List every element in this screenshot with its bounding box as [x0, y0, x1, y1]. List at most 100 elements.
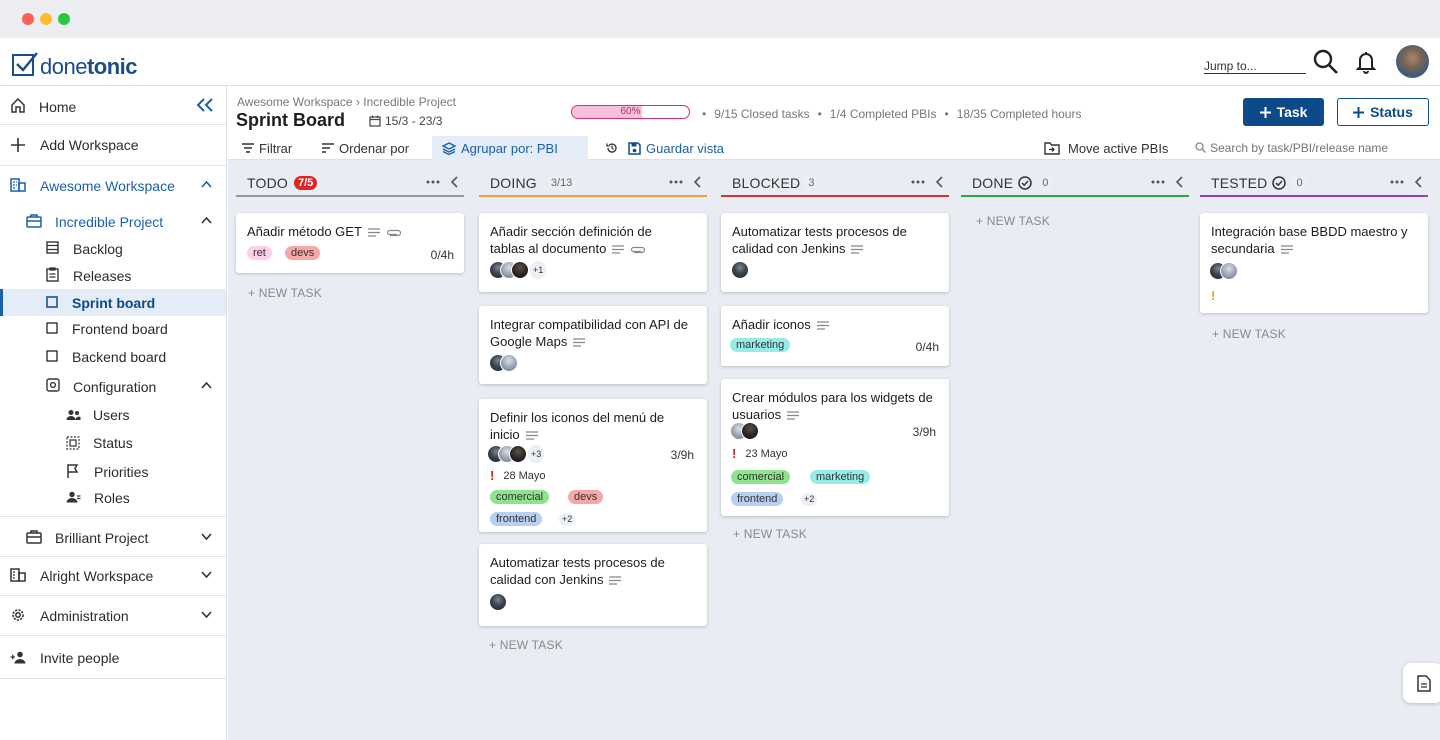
- sidebar-item-backlog[interactable]: Backlog: [0, 235, 226, 261]
- collapse-sidebar-icon[interactable]: [196, 98, 214, 112]
- sort-button[interactable]: Ordenar por: [322, 136, 409, 160]
- plus-icon: [10, 137, 26, 153]
- priority-medium-icon: !: [1211, 288, 1216, 303]
- more-tags-badge: +2: [559, 513, 576, 526]
- description-icon: [612, 245, 625, 254]
- sidebar-item-roles[interactable]: Roles: [0, 485, 226, 511]
- task-card[interactable]: Integrar compatibilidad con API de Googl…: [479, 306, 707, 384]
- sidebar-item-status[interactable]: Status: [0, 430, 226, 456]
- board-search-input[interactable]: [1192, 138, 1432, 158]
- column-header-tested[interactable]: TESTED 0: [1200, 170, 1428, 197]
- card-title: Definir los iconos del menú de inicio: [490, 410, 665, 442]
- jump-to-input[interactable]: [1204, 52, 1306, 74]
- task-card[interactable]: Automatizar tests procesos de calidad co…: [479, 544, 707, 626]
- card-title: Añadir método GET: [247, 224, 362, 239]
- user-avatar[interactable]: [1396, 45, 1429, 78]
- add-status-button[interactable]: Status: [1337, 98, 1429, 126]
- task-card[interactable]: Añadir sección definición de tablas al d…: [479, 213, 707, 292]
- more-options-icon[interactable]: [426, 180, 440, 184]
- breadcrumb[interactable]: Awesome Workspace › Incredible Project: [237, 95, 456, 109]
- logo[interactable]: donetonic: [12, 48, 138, 80]
- assignees[interactable]: [489, 593, 507, 611]
- chevron-left-icon[interactable]: [1175, 176, 1183, 188]
- new-task-button[interactable]: + NEW TASK: [248, 286, 322, 300]
- sort-icon: [322, 143, 334, 153]
- stat-separator: •: [817, 107, 822, 121]
- new-task-button[interactable]: + NEW TASK: [976, 214, 1050, 228]
- sidebar-item-frontend-board[interactable]: Frontend board: [0, 316, 226, 342]
- sidebar-item-users[interactable]: Users: [0, 402, 226, 428]
- more-options-icon[interactable]: [1390, 180, 1404, 184]
- chevron-up-icon[interactable]: [201, 180, 212, 188]
- chevron-down-icon[interactable]: [201, 571, 212, 579]
- chevron-left-icon[interactable]: [935, 176, 943, 188]
- add-person-icon: [10, 651, 27, 664]
- sidebar-item-configuration[interactable]: Configuration: [0, 373, 226, 399]
- button-label: Status: [1370, 104, 1413, 120]
- sidebar-item-alright-workspace[interactable]: Alright Workspace: [0, 562, 226, 588]
- task-card[interactable]: Añadir método GET ret devs 0/4h: [236, 213, 464, 273]
- assignees[interactable]: +1: [489, 261, 547, 279]
- search-icon[interactable]: [1313, 49, 1339, 75]
- description-icon: [1280, 245, 1293, 254]
- task-card[interactable]: Integración base BBDD maestro y secundar…: [1200, 213, 1428, 313]
- chevron-down-icon[interactable]: [201, 611, 212, 619]
- close-window-button[interactable]: [22, 13, 34, 25]
- more-options-icon[interactable]: [1151, 180, 1165, 184]
- sidebar-item-add-workspace[interactable]: Add Workspace: [0, 125, 226, 165]
- sidebar-item-brilliant-project[interactable]: Brilliant Project: [0, 524, 226, 550]
- assignees[interactable]: [489, 354, 518, 372]
- board-icon: [46, 296, 58, 308]
- divider: [0, 678, 226, 679]
- add-task-button[interactable]: Task: [1243, 98, 1324, 126]
- new-task-button[interactable]: + NEW TASK: [489, 638, 563, 652]
- task-card[interactable]: Crear módulos para los widgets de usuari…: [721, 379, 949, 516]
- filter-button[interactable]: Filtrar: [242, 136, 292, 160]
- assignees[interactable]: [1209, 262, 1238, 280]
- sidebar-item-invite-people[interactable]: Invite people: [0, 645, 226, 671]
- wip-count-badge: 7/5: [294, 175, 318, 190]
- maximize-window-button[interactable]: [58, 13, 70, 25]
- chevron-down-icon[interactable]: [201, 533, 212, 541]
- move-active-pbis-button[interactable]: Move active PBIs: [1044, 136, 1168, 160]
- bell-icon[interactable]: [1354, 49, 1378, 75]
- column-header-blocked[interactable]: BLOCKED 3: [721, 170, 949, 197]
- check-circle-icon: [1018, 175, 1032, 190]
- more-options-icon[interactable]: [911, 180, 925, 184]
- reset-view-button[interactable]: [606, 136, 618, 160]
- column-header-doing[interactable]: DOING 3/13: [479, 170, 707, 197]
- sidebar-item-priorities[interactable]: Priorities: [0, 459, 226, 485]
- assignees[interactable]: [731, 261, 749, 279]
- more-options-icon[interactable]: [669, 180, 683, 184]
- chevron-up-icon[interactable]: [201, 381, 212, 389]
- assignees[interactable]: +3: [487, 445, 545, 463]
- sidebar-item-backend-board[interactable]: Backend board: [0, 343, 226, 369]
- column-header-done[interactable]: DONE 0: [961, 170, 1189, 197]
- sidebar-item-home[interactable]: Home: [0, 86, 226, 124]
- sidebar-item-awesome-workspace[interactable]: Awesome Workspace: [0, 172, 226, 198]
- count-badge: 0: [1038, 175, 1053, 190]
- sidebar-item-releases[interactable]: Releases: [0, 262, 226, 288]
- top-bar: donetonic: [0, 38, 1440, 86]
- sidebar-item-administration[interactable]: Administration: [0, 602, 226, 628]
- sidebar-item-sprint-board[interactable]: Sprint board: [0, 289, 226, 316]
- chevron-left-icon[interactable]: [693, 176, 701, 188]
- briefcase-icon: [26, 213, 42, 228]
- new-task-button[interactable]: + NEW TASK: [1212, 327, 1286, 341]
- save-view-button[interactable]: Guardar vista: [628, 136, 724, 160]
- notes-button[interactable]: [1403, 663, 1440, 703]
- tag-frontend: frontend: [490, 512, 543, 526]
- task-card[interactable]: Definir los iconos del menú de inicio +3…: [479, 399, 707, 532]
- chevron-left-icon[interactable]: [1414, 176, 1422, 188]
- task-card[interactable]: Automatizar tests procesos de calidad co…: [721, 213, 949, 292]
- assignees[interactable]: [730, 422, 759, 440]
- new-task-button[interactable]: + NEW TASK: [733, 527, 807, 541]
- tag-comercial: comercial: [490, 490, 550, 504]
- task-card[interactable]: Añadir iconos marketing 0/4h: [721, 306, 949, 366]
- column-header-todo[interactable]: TODO 7/5: [236, 170, 464, 197]
- group-by-button[interactable]: Agrupar por: PBI: [432, 136, 588, 160]
- chevron-left-icon[interactable]: [450, 176, 458, 188]
- minimize-window-button[interactable]: [40, 13, 52, 25]
- sidebar-item-incredible-project[interactable]: Incredible Project: [0, 208, 226, 234]
- chevron-up-icon[interactable]: [201, 216, 212, 224]
